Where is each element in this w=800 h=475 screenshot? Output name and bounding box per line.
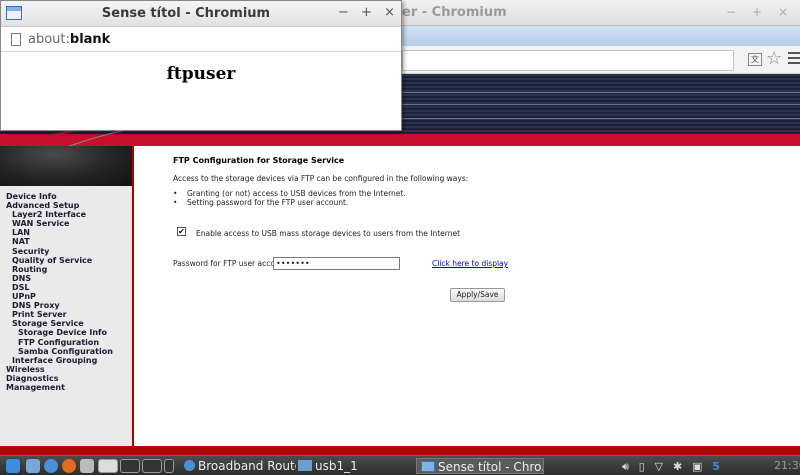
sidebar-item-layer2-interface[interactable]: Layer2 Interface (6, 210, 132, 219)
sidebar-item-upnp[interactable]: UPnP (6, 292, 132, 301)
minimize-button[interactable]: − (338, 5, 349, 20)
terminal-launcher-icon[interactable] (80, 459, 94, 473)
close-button[interactable]: × (778, 5, 794, 19)
sidebar-item-dns[interactable]: DNS (6, 274, 132, 283)
taskbar: Broadband Route... usb1_1 Sense títol - … (0, 455, 800, 475)
desktop-2-icon[interactable] (120, 459, 140, 473)
main-window-controls: − + × (726, 5, 794, 19)
sidebar-item-lan[interactable]: LAN (6, 228, 132, 237)
bullet-list: Granting (or not) access to USB devices … (173, 189, 406, 207)
sidebar-item-dns-proxy[interactable]: DNS Proxy (6, 301, 132, 310)
address-bar[interactable] (402, 50, 734, 71)
sidebar-item-device-info[interactable]: Device Info (6, 192, 132, 201)
sidebar-item-wan-service[interactable]: WAN Service (6, 219, 132, 228)
password-input[interactable]: ••••••• (273, 257, 400, 270)
folder-icon (298, 460, 312, 471)
sidebar-item-samba-configuration[interactable]: Samba Configuration (6, 347, 132, 356)
chromium-icon (184, 460, 195, 471)
sidebar-item-storage-service[interactable]: Storage Service (6, 319, 132, 328)
maximize-button[interactable]: + (361, 5, 372, 20)
sidebar-item-quality-of-service[interactable]: Quality of Service (6, 256, 132, 265)
main-window-title: er - Chromium (402, 5, 507, 20)
ftp-config-panel: FTP Configuration for Storage Service Ac… (136, 146, 800, 446)
sidebar-menu: Device Info Advanced Setup Layer2 Interfac… (6, 192, 132, 392)
sidebar-item-interface-grouping[interactable]: Interface Grouping (6, 356, 132, 365)
list-item: Setting password for the FTP user accoun… (173, 198, 406, 207)
sidebar-item-ftp-configuration[interactable]: FTP Configuration (6, 338, 132, 347)
task-label: Broadband Route... (198, 459, 296, 473)
translate-icon[interactable]: 文 (748, 53, 762, 66)
start-menu-icon[interactable] (6, 459, 20, 473)
window-icon (421, 461, 435, 472)
battery-icon[interactable]: ▯ (639, 460, 645, 473)
task-label: Sense títol - Chro... (438, 460, 544, 474)
taskbar-item-popup[interactable]: Sense títol - Chro... (416, 458, 544, 474)
taskbar-item-usb[interactable]: usb1_1 (298, 458, 408, 474)
sidebar-item-dsl[interactable]: DSL (6, 283, 132, 292)
sidebar-item-storage-device-info[interactable]: Storage Device Info (6, 328, 132, 337)
minimize-button[interactable]: − (726, 5, 742, 19)
close-button[interactable]: × (384, 5, 395, 20)
file-manager-icon[interactable] (26, 459, 40, 473)
sidebar-item-diagnostics[interactable]: Diagnostics (6, 374, 132, 383)
popup-browser-window: Sense títol - Chromium − + × about:blank… (0, 0, 402, 131)
show-password-link[interactable]: Click here to display (432, 259, 508, 268)
page-icon (11, 33, 21, 46)
maximize-button[interactable]: + (752, 5, 768, 19)
desktop-4-icon[interactable] (164, 459, 174, 473)
volume-icon[interactable]: 🔊︎ (622, 460, 629, 473)
popup-body-text: ftpuser (166, 64, 236, 84)
enable-access-checkbox[interactable]: ✔ (177, 227, 186, 236)
sidebar-item-routing[interactable]: Routing (6, 265, 132, 274)
desktop-1-icon[interactable] (98, 459, 118, 473)
desktop-3-icon[interactable] (142, 459, 162, 473)
taskbar-item-router[interactable]: Broadband Route... (184, 458, 296, 474)
enable-access-label: Enable access to USB mass storage device… (196, 229, 461, 238)
footer-accent (0, 446, 800, 455)
bookmark-star-icon[interactable]: ☆ (766, 48, 782, 69)
menu-icon[interactable] (788, 52, 800, 66)
network-icon[interactable]: ▣ (692, 460, 702, 473)
list-item: Granting (or not) access to USB devices … (173, 189, 406, 198)
task-label: usb1_1 (315, 459, 358, 473)
sidebar-graphic (0, 146, 132, 186)
sidebar-item-print-server[interactable]: Print Server (6, 310, 132, 319)
system-tray: 🔊︎ ▯ ▽ ✱ ▣ 5 (622, 458, 726, 474)
sidebar-item-management[interactable]: Management (6, 383, 132, 392)
url-host: blank (69, 32, 111, 47)
update-badge[interactable]: 5 (712, 460, 720, 473)
sidebar-item-wireless[interactable]: Wireless (6, 365, 132, 374)
popup-url-bar[interactable]: about:blank (1, 27, 401, 52)
popup-window-controls: − + × (330, 5, 395, 20)
chromium-launcher-icon[interactable] (44, 459, 58, 473)
apply-save-button[interactable]: Apply/Save (450, 288, 505, 302)
sidebar-item-nat[interactable]: NAT (6, 237, 132, 246)
page-title: FTP Configuration for Storage Service (173, 156, 345, 165)
popup-titlebar: Sense títol - Chromium − + × (1, 1, 401, 27)
sidebar-item-advanced-setup[interactable]: Advanced Setup (6, 201, 132, 210)
router-sidebar: Device Info Advanced Setup Layer2 Interfac… (0, 146, 134, 446)
popup-url: about:blank (28, 32, 110, 47)
bluetooth-icon[interactable]: ✱ (673, 460, 682, 473)
firefox-launcher-icon[interactable] (62, 459, 76, 473)
wifi-icon[interactable]: ▽ (655, 460, 663, 473)
sidebar-item-security[interactable]: Security (6, 247, 132, 256)
clock[interactable]: 21:30 (774, 458, 800, 474)
intro-text: Access to the storage devices via FTP ca… (173, 174, 469, 183)
url-scheme: about: (28, 32, 70, 47)
